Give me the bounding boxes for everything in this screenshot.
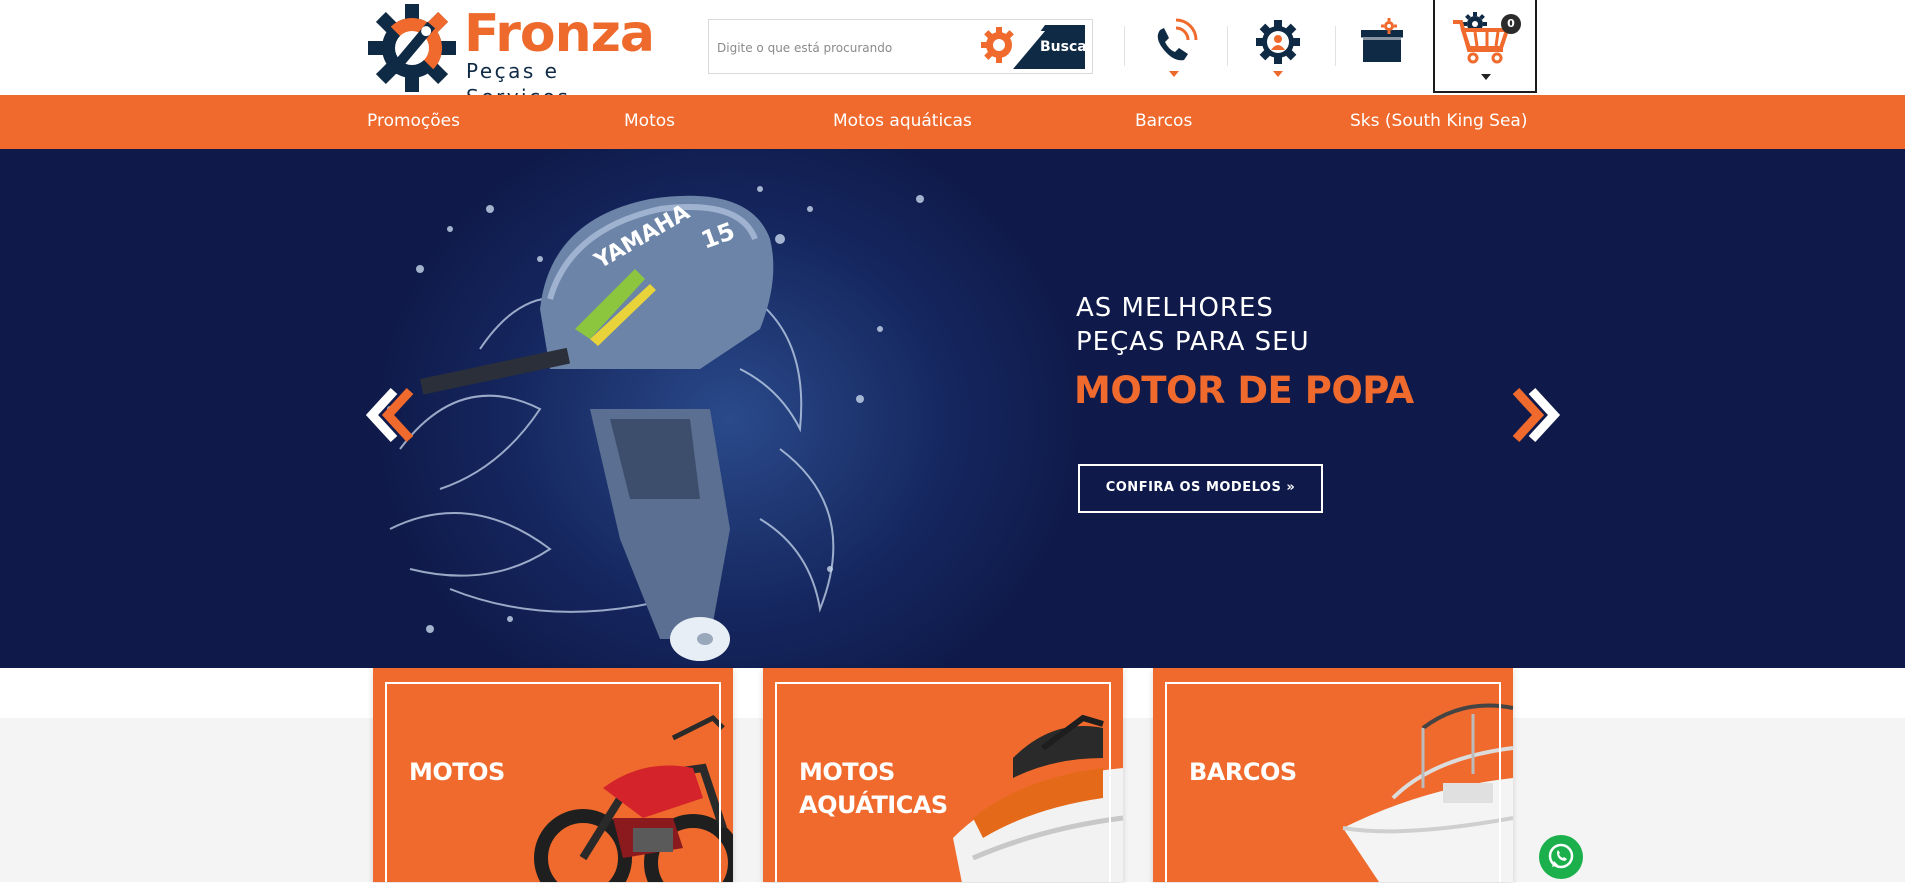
category-title-line: AQUÁTICAS bbox=[799, 791, 948, 819]
shopping-cart-icon bbox=[1453, 12, 1510, 64]
nav-item-promocoes[interactable]: Promoções bbox=[367, 111, 460, 131]
whatsapp-icon bbox=[1548, 843, 1574, 869]
category-title: MOTOS bbox=[409, 756, 505, 789]
category-title: BARCOS bbox=[1189, 756, 1297, 789]
user-account-icon bbox=[1256, 20, 1300, 64]
nav-item-motos-aquaticas[interactable]: Motos aquáticas bbox=[833, 111, 972, 131]
chevron-down-icon bbox=[1273, 71, 1283, 77]
category-title: MOTOS AQUÁTICAS bbox=[799, 756, 948, 822]
site-header: Fronza Peças e Serviços bbox=[0, 0, 1905, 109]
cart-button[interactable]: 0 bbox=[1433, 0, 1537, 93]
hero-banner: YAMAHA 15 AS MELHORES PEÇAS PARA SEU MOT… bbox=[0, 149, 1905, 668]
hero-headline-line2: PEÇAS PARA SEU bbox=[1076, 327, 1310, 357]
search-button-label: Busca bbox=[1040, 39, 1087, 55]
hero-headline-highlight: MOTOR DE POPA bbox=[1074, 369, 1414, 412]
brand-logo[interactable]: Fronza Peças e Serviços bbox=[366, 2, 666, 109]
nav-item-sks[interactable]: Sks (South King Sea) bbox=[1350, 111, 1527, 131]
category-nav: Promoções Motos Motos aquáticas Barcos S… bbox=[0, 95, 1905, 149]
divider bbox=[1124, 26, 1125, 66]
carousel-prev-arrow-icon[interactable] bbox=[366, 387, 418, 443]
account-menu[interactable] bbox=[1248, 14, 1308, 84]
nav-item-barcos[interactable]: Barcos bbox=[1135, 111, 1192, 131]
phone-icon bbox=[1157, 18, 1198, 61]
chevron-down-icon bbox=[1481, 74, 1491, 80]
hero-cta-label: CONFIRA OS MODELOS » bbox=[1105, 480, 1296, 495]
search-input[interactable] bbox=[717, 37, 967, 59]
category-card-motos[interactable]: MOTOS bbox=[373, 668, 733, 882]
category-title-line: BARCOS bbox=[1189, 758, 1297, 786]
hero-headline-line1: AS MELHORES bbox=[1076, 293, 1274, 323]
orders-box-icon bbox=[1360, 18, 1404, 62]
whatsapp-button[interactable] bbox=[1539, 835, 1583, 879]
divider bbox=[1227, 26, 1228, 66]
category-title-line: MOTOS bbox=[799, 758, 895, 786]
nav-item-motos[interactable]: Motos bbox=[624, 111, 675, 131]
search-button[interactable]: Busca bbox=[979, 25, 1087, 69]
category-title-line: MOTOS bbox=[409, 758, 505, 786]
category-card-motos-aquaticas[interactable]: MOTOS AQUÁTICAS bbox=[763, 668, 1123, 882]
carousel-next-arrow-icon[interactable] bbox=[1508, 387, 1560, 443]
gear-wrench-logo-icon bbox=[368, 4, 456, 92]
category-card-barcos[interactable]: BARCOS bbox=[1153, 668, 1513, 882]
cart-count-badge: 0 bbox=[1501, 14, 1521, 34]
search-bar: Busca bbox=[708, 19, 1093, 74]
divider bbox=[1335, 26, 1336, 66]
orders-link[interactable] bbox=[1352, 14, 1412, 84]
chevron-down-icon bbox=[1169, 71, 1179, 77]
hero-cta-button[interactable]: CONFIRA OS MODELOS » bbox=[1078, 464, 1323, 513]
outboard-motor-image: YAMAHA 15 bbox=[387, 186, 924, 661]
phone-menu[interactable] bbox=[1144, 14, 1204, 84]
brand-name: Fronza bbox=[464, 4, 655, 64]
